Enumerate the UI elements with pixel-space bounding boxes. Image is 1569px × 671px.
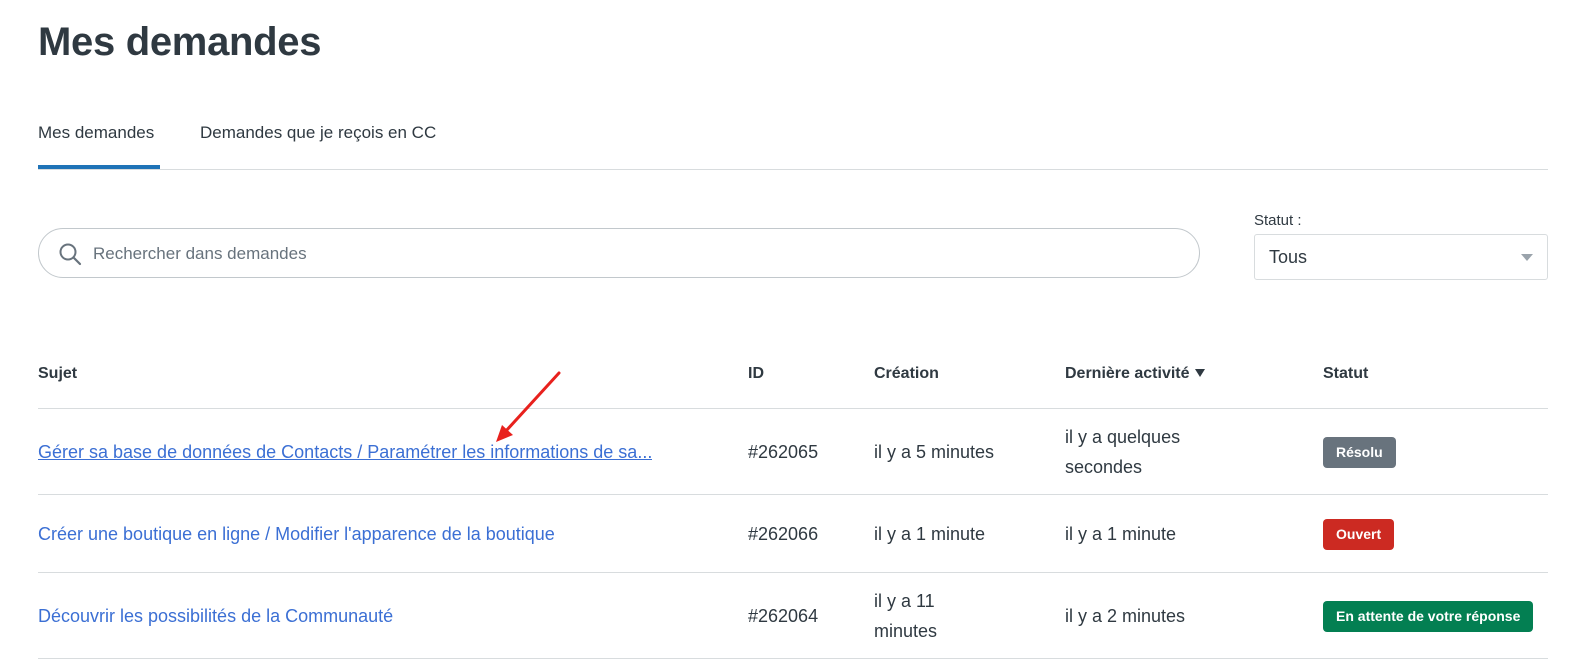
table-row: Gérer sa base de données de Contacts / P…	[38, 408, 1548, 495]
status-badge: Résolu	[1323, 436, 1396, 468]
status-badge: En attente de votre réponse	[1323, 600, 1534, 632]
request-last-activity: il y a quelques secondes	[1065, 426, 1181, 477]
request-subject-link[interactable]: Gérer sa base de données de Contacts / P…	[38, 437, 652, 467]
request-id: #262065	[748, 408, 874, 495]
request-subject-link[interactable]: Créer une boutique en ligne / Modifier l…	[38, 519, 555, 549]
column-header-id: ID	[748, 340, 874, 409]
requests-page: Mes demandes Mes demandes Demandes que j…	[0, 0, 1569, 671]
search-input[interactable]	[91, 229, 1175, 279]
sort-desc-icon	[1194, 368, 1205, 377]
request-id: #262066	[748, 494, 874, 573]
tab-bar: Mes demandes Demandes que je reçois en C…	[38, 96, 1548, 170]
status-badge: Ouvert	[1323, 518, 1395, 550]
request-subject-link[interactable]: Découvrir les possibilités de la Communa…	[38, 601, 393, 631]
tab-cc-requests[interactable]: Demandes que je reçois en CC	[200, 96, 436, 168]
status-select-value: Tous	[1269, 247, 1308, 267]
request-last-activity: il y a 1 minute	[1065, 494, 1323, 573]
request-created: il y a 1 minute	[874, 494, 1065, 573]
request-id: #262064	[748, 572, 874, 659]
column-header-status: Statut	[1323, 340, 1548, 409]
table-row: Créer une boutique en ligne / Modifier l…	[38, 494, 1548, 573]
chevron-down-icon	[1521, 254, 1533, 261]
status-select[interactable]: Tous	[1254, 234, 1548, 280]
request-created: il y a 11 minutes	[874, 590, 938, 641]
search-icon	[58, 242, 82, 266]
requests-table: Sujet ID Création Dernière activité Stat…	[38, 340, 1548, 659]
column-header-created: Création	[874, 340, 1065, 409]
column-header-subject: Sujet	[38, 340, 748, 409]
status-filter-label: Statut :	[1254, 212, 1302, 229]
search-box[interactable]	[38, 228, 1200, 279]
request-created: il y a 5 minutes	[874, 408, 1065, 495]
table-row: Découvrir les possibilités de la Communa…	[38, 572, 1548, 659]
table-header-row: Sujet ID Création Dernière activité Stat…	[38, 340, 1548, 409]
column-header-last-activity-label: Dernière activité	[1065, 365, 1190, 382]
page-title: Mes demandes	[38, 20, 322, 64]
tab-my-requests[interactable]: Mes demandes	[38, 96, 160, 169]
column-header-last-activity[interactable]: Dernière activité	[1065, 340, 1323, 409]
request-last-activity: il y a 2 minutes	[1065, 572, 1323, 659]
